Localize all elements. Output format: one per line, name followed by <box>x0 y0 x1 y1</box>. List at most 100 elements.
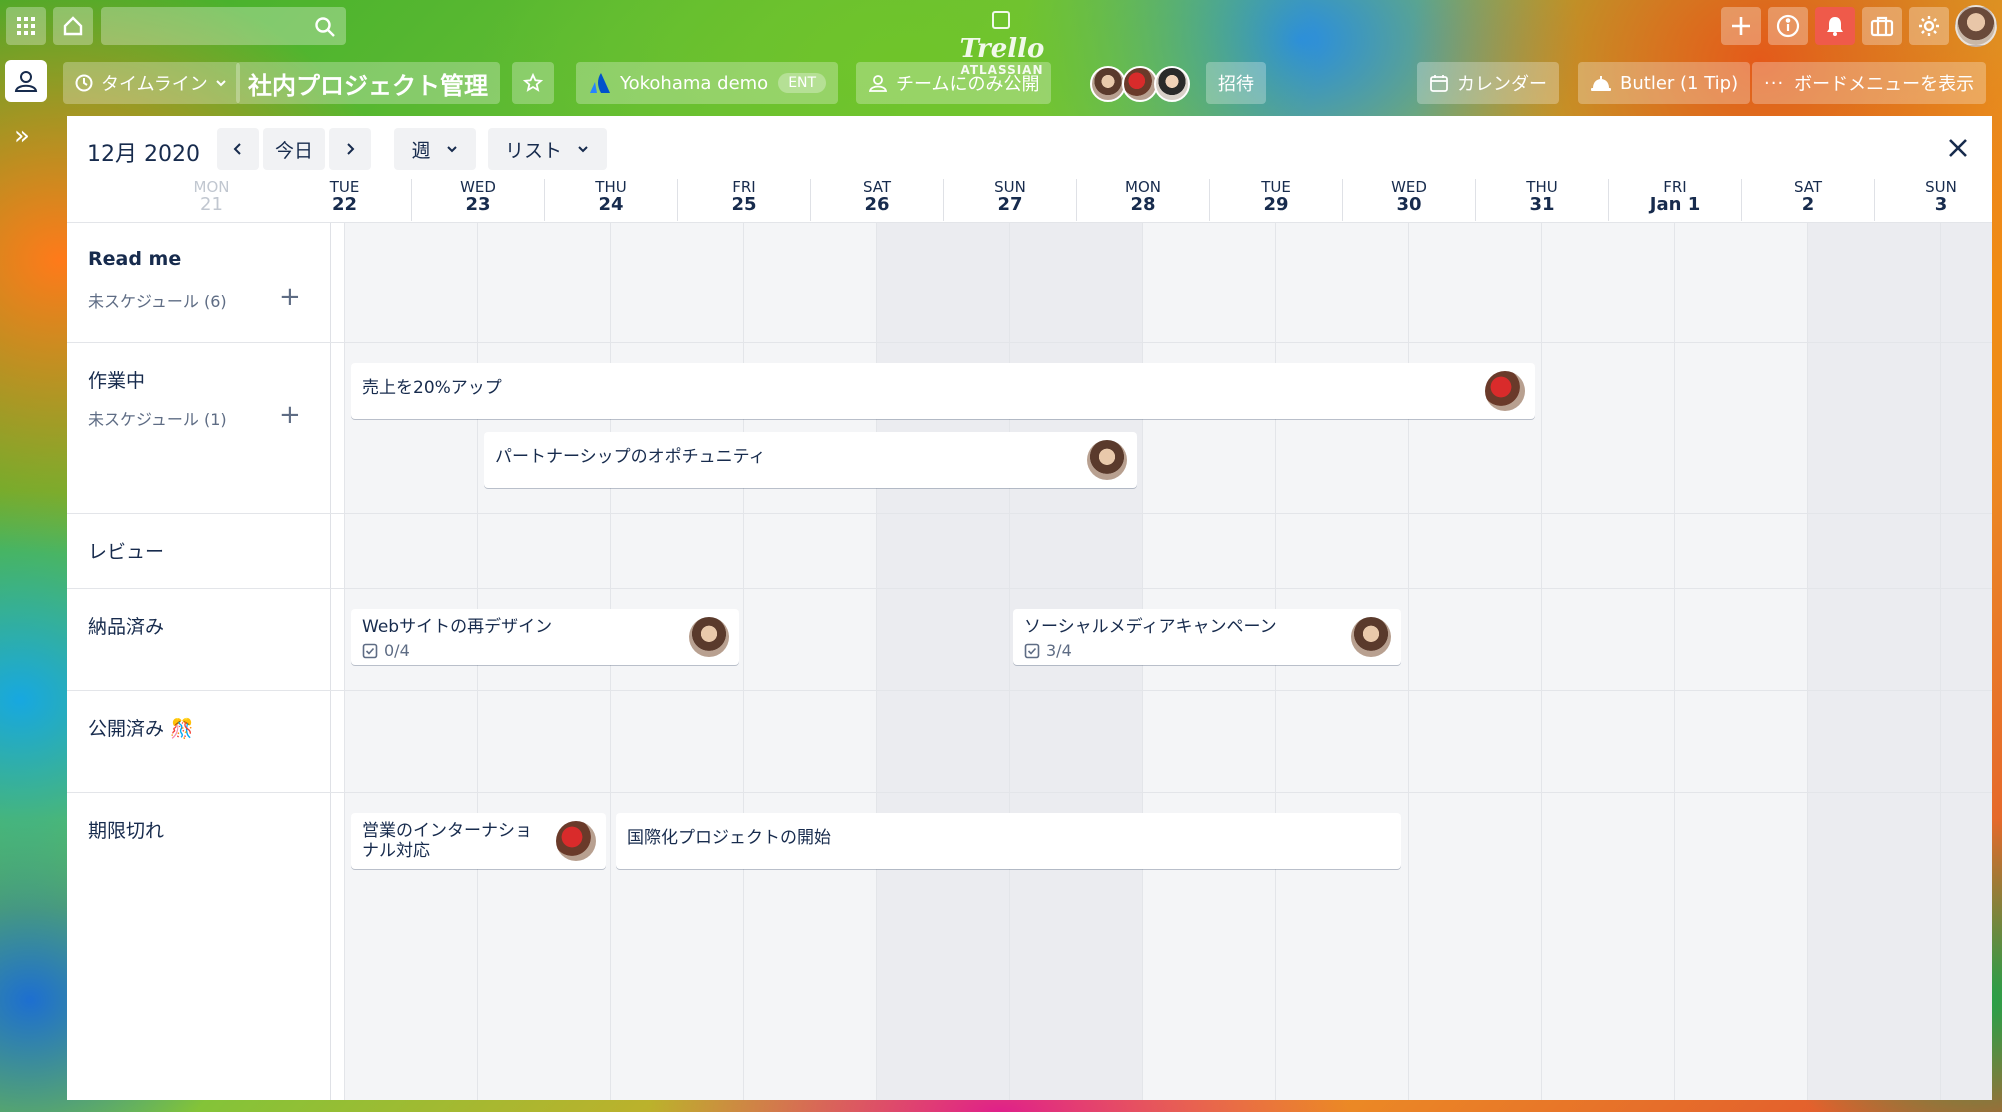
unscheduled-count[interactable]: 未スケジュール (1) <box>88 406 227 430</box>
day-header: MON 28 <box>1076 179 1209 221</box>
group-by-select[interactable]: リスト <box>488 128 607 170</box>
board-title[interactable]: 社内プロジェクト管理 <box>236 62 500 104</box>
unscheduled-count[interactable]: 未スケジュール (6) <box>88 288 227 312</box>
card-title: 国際化プロジェクトの開始 <box>627 828 831 848</box>
day-column <box>1940 222 1992 1100</box>
range-select[interactable]: 週 <box>394 128 476 170</box>
home-button[interactable] <box>53 7 93 45</box>
board-header: タイムライン 社内プロジェクト管理 Yokohama demo ENT チームに… <box>0 58 2002 108</box>
chevron-down-icon <box>446 146 457 153</box>
day-column <box>1408 222 1541 1100</box>
day-column <box>1807 222 1940 1100</box>
expand-sidebar-icon[interactable]: » <box>14 123 30 149</box>
card-title: 売上を20%アップ <box>362 378 502 398</box>
day-header: MON 21 <box>193 178 230 215</box>
member-avatar[interactable] <box>1090 66 1126 102</box>
card-title: パートナーシップのオポチュニティ <box>495 447 766 467</box>
day-header: TUE 22 <box>329 178 360 215</box>
group-by-label: リスト <box>504 139 562 162</box>
timeline-panel: 12月 2020 今日 週 リスト MON 21 TUE 22 WED 23 THU 2… <box>67 116 1992 1100</box>
trello-mark-icon <box>991 11 1010 29</box>
row-divider <box>67 588 1992 589</box>
today-button[interactable]: 今日 <box>263 128 325 170</box>
view-switcher-button[interactable]: タイムライン <box>63 62 240 104</box>
info-icon <box>1776 14 1800 38</box>
lane-labels-area <box>67 222 330 1100</box>
member-avatar[interactable] <box>1122 66 1158 102</box>
next-button[interactable] <box>329 128 371 170</box>
chevron-right-icon <box>347 143 355 155</box>
workspace-button[interactable]: Yokohama demo ENT <box>576 62 839 104</box>
home-icon <box>63 16 83 36</box>
checklist-count: 0/4 <box>384 641 410 660</box>
card-member-avatar <box>1351 617 1391 657</box>
visibility-label: チームにのみ公開 <box>896 74 1040 95</box>
card-title: 営業のインターナショナル対応 <box>362 821 532 861</box>
card-member-avatar <box>689 617 729 657</box>
day-header: THU 31 <box>1475 179 1608 221</box>
add-card-button[interactable]: + <box>279 284 301 310</box>
calendar-button[interactable]: カレンダー <box>1417 62 1559 104</box>
day-header: FRI Jan 1 <box>1608 179 1741 221</box>
day-header: SAT 2 <box>1741 179 1874 221</box>
day-header: WED 23 <box>411 179 544 221</box>
day-header: SUN 3 <box>1874 179 1992 221</box>
timeline-card[interactable]: パートナーシップのオポチュニティ <box>484 432 1137 488</box>
plus-icon <box>1732 17 1750 35</box>
chevron-down-icon <box>578 146 588 153</box>
grid-icon <box>17 17 35 35</box>
top-bar: Trello ATLASSIAN <box>0 0 2002 76</box>
previous-button[interactable] <box>217 128 259 170</box>
chevron-left-icon <box>233 143 241 155</box>
day-column <box>1541 222 1674 1100</box>
star-icon <box>523 73 543 92</box>
checklist-badge: 0/4 <box>362 641 410 660</box>
settings-button[interactable] <box>1909 7 1949 45</box>
search-input[interactable] <box>101 7 346 45</box>
butler-button[interactable]: Butler (1 Tip) <box>1578 62 1751 104</box>
star-button[interactable] <box>512 62 554 104</box>
timeline-card[interactable]: 売上を20%アップ <box>351 363 1535 419</box>
search-icon <box>315 17 335 37</box>
card-member-avatar <box>1087 440 1127 480</box>
day-header: FRI 25 <box>677 179 810 221</box>
bell-icon <box>1827 17 1843 36</box>
lane-divider <box>330 222 331 1100</box>
user-avatar[interactable] <box>1955 5 1997 47</box>
day-header: WED 30 <box>1342 179 1475 221</box>
add-card-button[interactable]: + <box>279 402 301 428</box>
row-divider <box>67 513 1992 514</box>
timeline-card[interactable]: Webサイトの再デザイン 0/4 <box>351 609 739 665</box>
timeline-card[interactable]: ソーシャルメディアキャンペーン 3/4 <box>1013 609 1401 665</box>
day-header: SAT 26 <box>810 179 943 221</box>
timeline-card[interactable]: 国際化プロジェクトの開始 <box>616 813 1401 869</box>
calendar-icon <box>1430 75 1448 92</box>
butler-bell-icon <box>1591 76 1611 91</box>
apps-button[interactable] <box>6 7 46 45</box>
row-divider <box>67 342 1992 343</box>
notifications-button[interactable] <box>1815 7 1855 45</box>
day-column <box>1674 222 1807 1100</box>
member-avatar[interactable] <box>1154 66 1190 102</box>
day-column <box>876 222 1009 1100</box>
day-header: TUE 29 <box>1209 179 1342 221</box>
visibility-button[interactable]: チームにのみ公開 <box>856 62 1052 104</box>
info-button[interactable] <box>1768 7 1808 45</box>
create-button[interactable] <box>1721 7 1761 45</box>
timeline-card[interactable]: 営業のインターナショナル対応 <box>351 813 606 869</box>
butler-label: Butler (1 Tip) <box>1620 72 1739 94</box>
checklist-icon <box>1024 643 1040 658</box>
checklist-icon <box>362 643 378 658</box>
calendar-label: カレンダー <box>1457 74 1547 95</box>
invite-button[interactable]: 招待 <box>1206 62 1266 104</box>
close-button[interactable] <box>1946 136 1970 164</box>
lane-title-read-me: Read me <box>88 248 182 270</box>
close-icon <box>1949 139 1967 157</box>
lane-title-in-progress: 作業中 <box>88 370 146 392</box>
card-title: ソーシャルメディアキャンペーン <box>1024 617 1277 637</box>
card-member-avatar <box>1485 371 1525 411</box>
power-ups-button[interactable] <box>1862 7 1902 45</box>
view-switcher-label: タイムライン <box>101 74 208 95</box>
day-header: SUN 27 <box>943 179 1076 221</box>
board-menu-button[interactable]: ··· ボードメニューを表示 <box>1752 62 1987 104</box>
